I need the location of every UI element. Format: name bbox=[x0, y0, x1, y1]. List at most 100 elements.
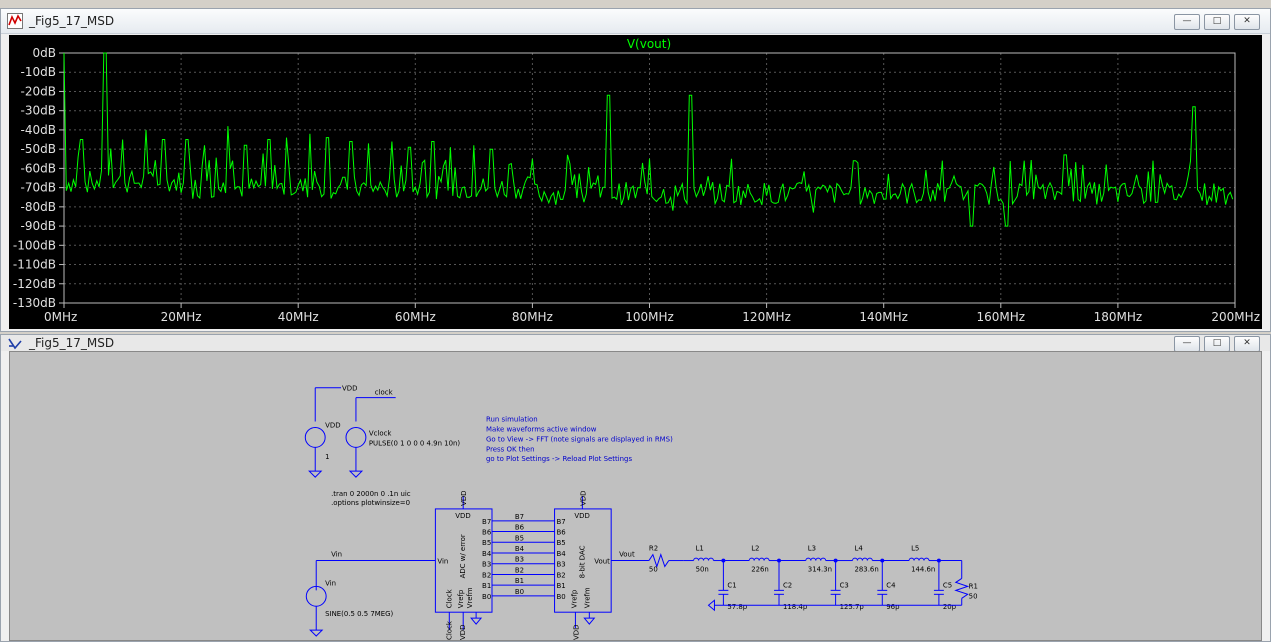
inductor-value: 144.6n bbox=[911, 565, 935, 573]
adc-label: ADC w/ error bbox=[459, 534, 467, 578]
schematic-window-title: _Fig5_17_MSD bbox=[29, 336, 115, 350]
x-tick-label: 80MHz bbox=[512, 310, 553, 324]
adc-vrefm-pin: Vrefm bbox=[466, 587, 474, 608]
r2-name: R2 bbox=[649, 545, 658, 553]
schematic-titlebar[interactable]: _Fig5_17_MSD — □ ✕ bbox=[1, 335, 1270, 352]
y-tick-labels: 0dB -10dB -20dB -30dB -40dB -50dB -60dB -70dB -8… bbox=[13, 46, 56, 310]
instruction-line: Press OK then bbox=[486, 445, 534, 453]
inductor-coil bbox=[763, 557, 770, 561]
adc-clock-net: Clock bbox=[445, 621, 453, 640]
capacitor-value: 57.8p bbox=[727, 603, 747, 611]
inductor-coil bbox=[703, 557, 709, 561]
y-tick-label: -90dB bbox=[21, 219, 56, 233]
dac-vrefm-pin: Vrefm bbox=[583, 587, 591, 608]
inductor-coil bbox=[758, 557, 765, 561]
minimize-button[interactable]: — bbox=[1174, 14, 1200, 30]
inductor-coil bbox=[748, 557, 755, 561]
chart-title: V(vout) bbox=[627, 37, 671, 51]
bit-net-label: B5 bbox=[515, 534, 524, 542]
clock-source-name: Vclock bbox=[369, 429, 392, 437]
y-tick-label: 0dB bbox=[33, 46, 56, 60]
maximize-button[interactable]: □ bbox=[1204, 14, 1230, 30]
inductor-name: L3 bbox=[808, 545, 816, 553]
dac-bit-pin: B5 bbox=[557, 539, 566, 547]
inductor-coil bbox=[866, 557, 873, 561]
inductor-coil bbox=[805, 557, 812, 561]
adc-bit-pin: B5 bbox=[482, 539, 491, 547]
dac-label: 8-bit DAC bbox=[578, 545, 586, 578]
y-tick-label: -40dB bbox=[21, 123, 56, 137]
bit-net-label: B4 bbox=[515, 545, 525, 553]
capacitor-name: C1 bbox=[727, 581, 736, 589]
dac-vout-pin: Vout bbox=[594, 558, 610, 566]
clock-net-label: clock bbox=[375, 389, 393, 397]
adc-bit-pin: B2 bbox=[482, 571, 491, 579]
schematic-canvas[interactable]: L1 50n L2 226n L3 314.3n L4 283.6n L5 144.6n C1 57.… bbox=[9, 351, 1262, 641]
capacitor-value: 125.7p bbox=[840, 603, 865, 611]
instruction-line: go to Plot Settings -> Reload Plot Setti… bbox=[486, 455, 632, 463]
instruction-line: Make waveforms active window bbox=[486, 425, 597, 433]
x-tick-labels: 0MHz 20MHz 40MHz 60MHz 80MHz 100MHz 120MHz 140M… bbox=[44, 310, 1260, 324]
bit-net-label: B3 bbox=[515, 556, 524, 564]
minimize-button[interactable]: — bbox=[1174, 336, 1200, 352]
waveform-app-icon bbox=[7, 13, 23, 29]
inductor-value: 50n bbox=[696, 565, 709, 573]
inductor-coil bbox=[698, 557, 705, 561]
maximize-button[interactable]: □ bbox=[1204, 336, 1230, 352]
vin-source-name: Vin bbox=[325, 579, 336, 587]
x-tick-label: 40MHz bbox=[278, 310, 319, 324]
y-tick-label: -100dB bbox=[13, 238, 56, 252]
y-tick-label: -120dB bbox=[13, 277, 56, 291]
spice-directive: .tran 0 2000n 0 .1n uic bbox=[331, 490, 411, 498]
dac-vrefp-pin: Vrefp bbox=[570, 589, 578, 608]
schematic-window[interactable]: _Fig5_17_MSD — □ ✕ L1 50n L2 226n L3 314… bbox=[0, 334, 1271, 642]
inductor-coil bbox=[918, 557, 925, 561]
capacitor-value: 96p bbox=[886, 603, 900, 611]
adc-bit-pin: B0 bbox=[482, 593, 491, 601]
y-tick-label: -10dB bbox=[21, 65, 56, 79]
dac-bit-pin: B0 bbox=[557, 593, 566, 601]
close-button[interactable]: ✕ bbox=[1234, 14, 1260, 30]
waveform-window[interactable]: _Fig5_17_MSD — □ ✕ 0dB -10dB -20dB -30dB -40… bbox=[0, 8, 1271, 332]
waveform-titlebar[interactable]: _Fig5_17_MSD — □ ✕ bbox=[1, 9, 1270, 34]
clock-source-value: PULSE(0 1 0 0 0 4.9n 10n) bbox=[369, 439, 461, 447]
inductor-coil bbox=[923, 557, 930, 561]
inductor-value: 226n bbox=[751, 565, 769, 573]
inductor-name: L4 bbox=[854, 545, 863, 553]
x-tick-label: 140MHz bbox=[859, 310, 908, 324]
x-tick-label: 0MHz bbox=[44, 310, 77, 324]
adc-vin-pin: Vin bbox=[437, 558, 448, 566]
adc-top-net: VDD bbox=[460, 490, 468, 505]
y-tick-label: -110dB bbox=[13, 258, 56, 272]
dac-bit-pin: B2 bbox=[557, 571, 566, 579]
capacitor-name: C4 bbox=[886, 581, 896, 589]
bit-net-label: B2 bbox=[515, 566, 524, 574]
inductor-coil bbox=[851, 557, 858, 561]
adc-bit-pin: B1 bbox=[482, 582, 491, 590]
adc-vdd-pin: VDD bbox=[455, 512, 470, 520]
inductor-value: 283.6n bbox=[854, 565, 878, 573]
series-trace bbox=[63, 52, 1234, 227]
inductor-name: L1 bbox=[696, 545, 704, 553]
x-tick-label: 120MHz bbox=[742, 310, 791, 324]
inductor-coil bbox=[820, 557, 827, 561]
instruction-line: Go to View -> FFT (note signals are disp… bbox=[486, 435, 673, 443]
vdd-source-value: 1 bbox=[325, 453, 329, 461]
dac-bit-pin: B4 bbox=[557, 550, 567, 558]
close-button[interactable]: ✕ bbox=[1234, 336, 1260, 352]
capacitor-name: C5 bbox=[943, 581, 952, 589]
r1-value: 50 bbox=[969, 592, 978, 600]
adc-vdd-net: VDD bbox=[459, 625, 467, 640]
y-tick-label: -80dB bbox=[21, 200, 56, 214]
instruction-line: Run simulation bbox=[486, 416, 538, 424]
y-tick-label: -50dB bbox=[21, 142, 56, 156]
vdd-net-label: VDD bbox=[342, 385, 357, 393]
dac-vdd-net: VDD bbox=[572, 625, 580, 640]
adc-bit-pin: B4 bbox=[482, 550, 492, 558]
r2-value: 50 bbox=[649, 565, 658, 573]
x-tick-label: 160MHz bbox=[977, 310, 1026, 324]
fft-plot[interactable]: 0dB -10dB -20dB -30dB -40dB -50dB -60dB -70dB -8… bbox=[9, 35, 1262, 329]
capacitor-name: C2 bbox=[783, 581, 792, 589]
inductor-coil bbox=[856, 557, 863, 561]
adc-clock-pin: Clock bbox=[445, 589, 453, 608]
